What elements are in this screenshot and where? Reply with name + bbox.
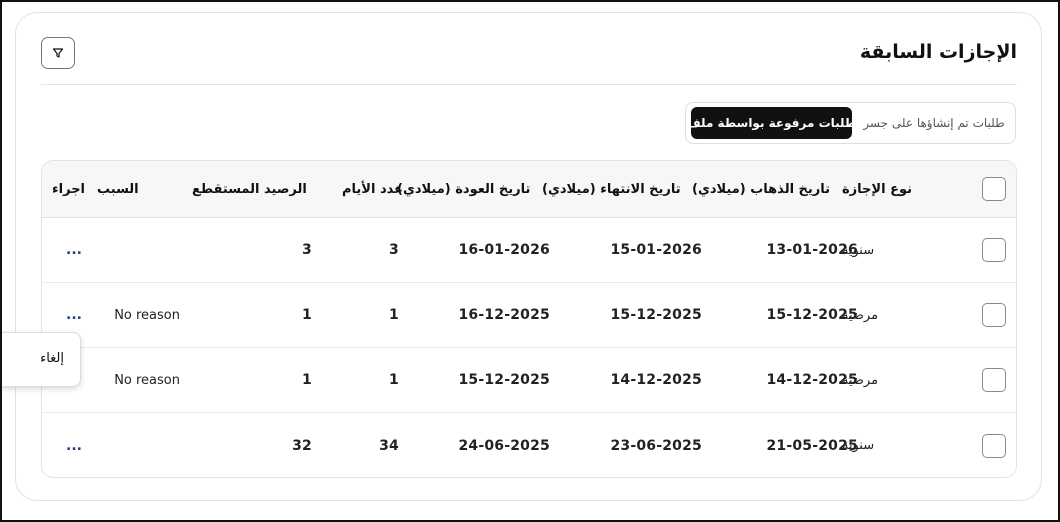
cell-reason: No reason xyxy=(114,307,180,323)
cell-type: سنوية xyxy=(842,438,875,453)
cell-return-date: 24-06-2025 xyxy=(458,437,550,454)
cell-type: مرضية xyxy=(842,372,879,388)
cell-start-date: 14-12-2025 xyxy=(766,372,858,388)
row-checkbox[interactable] xyxy=(982,433,1006,458)
cell-end-date: 14-12-2025 xyxy=(610,372,702,388)
cell-return-date: 15-12-2025 xyxy=(458,372,550,388)
select-all-checkbox[interactable] xyxy=(982,177,1006,201)
leaves-table: نوع الإجازة تاريخ الذهاب (ميلادي) تاريخ … xyxy=(41,160,1017,478)
table-row: مرضية 14-12-2025 14-12-2025 15-12-2025 1… xyxy=(42,348,1016,413)
cell-days: 34 xyxy=(379,437,399,454)
cancel-menu-item[interactable]: إلغاء xyxy=(40,351,64,366)
card-header: الإجازات السابقة xyxy=(41,37,1017,85)
header-days: عدد الأيام xyxy=(342,181,404,197)
header-balance: الرصيد المستقطع xyxy=(192,181,307,197)
header-end-date: تاريخ الانتهاء (ميلادي) xyxy=(542,181,681,197)
tab-created-on-jisr[interactable]: طلبات تم إنشاؤها على جسر xyxy=(858,107,1010,139)
more-options-icon[interactable]: ... xyxy=(66,242,82,258)
cell-return-date: 16-01-2026 xyxy=(458,242,550,258)
row-checkbox[interactable] xyxy=(982,303,1006,327)
cell-balance: 32 xyxy=(292,437,312,454)
cell-type: مرضية xyxy=(842,307,879,323)
cell-balance: 1 xyxy=(302,307,312,323)
cell-end-date: 15-01-2026 xyxy=(610,242,702,258)
header-return-date: تاريخ العودة (ميلادي) xyxy=(397,181,531,197)
cell-return-date: 16-12-2025 xyxy=(458,307,550,323)
cell-balance: 3 xyxy=(302,242,312,258)
source-tabs: طلبات مرفوعة بواسطة ملف طلبات تم إنشاؤها… xyxy=(685,102,1016,144)
tab-file-uploaded[interactable]: طلبات مرفوعة بواسطة ملف xyxy=(687,107,856,139)
table-row: سنوية 21-05-2025 23-06-2025 24-06-2025 3… xyxy=(42,413,1016,477)
table-row: سنوية 13-01-2026 15-01-2026 16-01-2026 3… xyxy=(42,218,1016,283)
more-options-icon[interactable]: ... xyxy=(66,438,82,454)
cell-start-date: 21-05-2025 xyxy=(766,437,858,454)
cell-start-date: 13-01-2026 xyxy=(766,242,858,258)
table-header: نوع الإجازة تاريخ الذهاب (ميلادي) تاريخ … xyxy=(42,161,1016,218)
cell-end-date: 23-06-2025 xyxy=(610,437,702,454)
cell-reason xyxy=(97,413,180,477)
page-title: الإجازات السابقة xyxy=(859,41,1017,63)
filter-button[interactable] xyxy=(41,37,75,69)
cell-start-date: 15-12-2025 xyxy=(766,307,858,323)
cell-days: 1 xyxy=(389,372,399,388)
cell-days: 3 xyxy=(389,242,399,258)
header-action: اجراء xyxy=(52,181,86,197)
header-start-date: تاريخ الذهاب (ميلادي) xyxy=(692,181,831,197)
cell-days: 1 xyxy=(389,307,399,323)
more-options-icon[interactable]: ... xyxy=(66,307,82,323)
cell-balance: 1 xyxy=(302,372,312,388)
previous-leaves-card: الإجازات السابقة طلبات مرفوعة بواسطة ملف… xyxy=(15,12,1042,501)
row-checkbox[interactable] xyxy=(982,238,1006,262)
table-row: مرضية 15-12-2025 15-12-2025 16-12-2025 1… xyxy=(42,283,1016,348)
cell-reason: No reason xyxy=(114,372,180,388)
header-type: نوع الإجازة xyxy=(842,181,912,197)
cell-type: سنوية xyxy=(842,242,875,258)
header-reason: السبب xyxy=(97,181,139,197)
row-actions-menu: إلغاء xyxy=(0,332,81,387)
cell-end-date: 15-12-2025 xyxy=(610,307,702,323)
filter-icon xyxy=(52,48,64,58)
cell-reason xyxy=(97,218,180,282)
row-checkbox[interactable] xyxy=(982,368,1006,392)
